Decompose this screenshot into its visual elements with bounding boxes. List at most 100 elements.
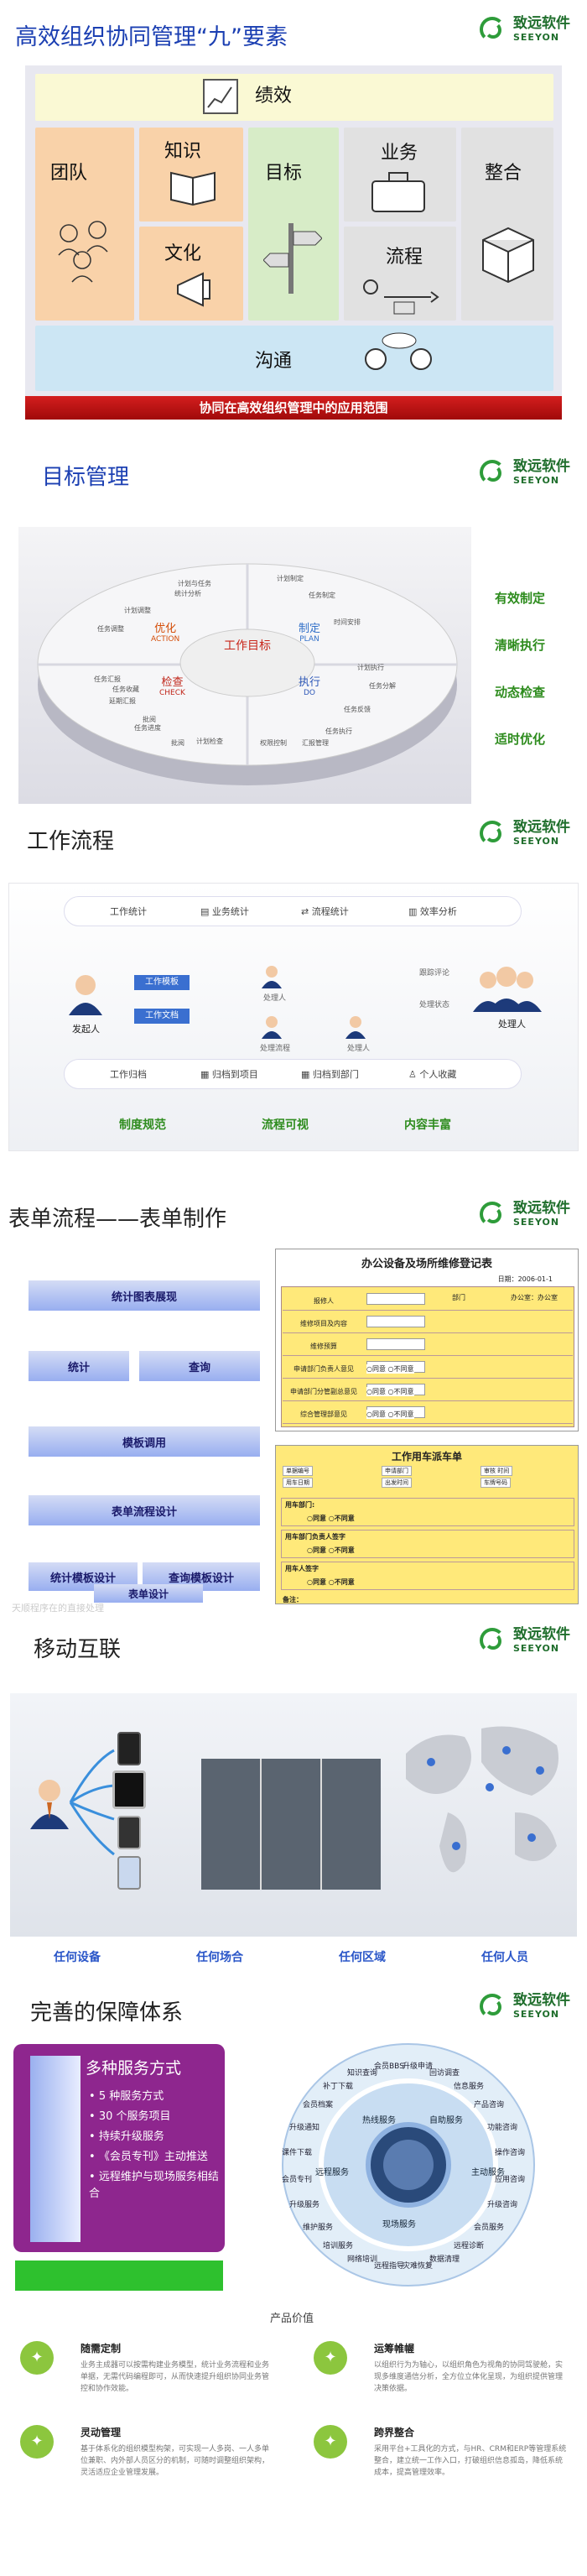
logo-cn: 致远软件 [513,1626,570,1643]
repair-form-approve: ○同意 ○不同意 [366,1387,414,1396]
car-form-field: 用车日期 [283,1478,313,1488]
seeyon-logo-icon [480,460,508,485]
car-form-row: 用车部门负责人签字 ○同意 ○不同意 [281,1530,574,1558]
repair-form-approve: ○同意 ○不同意 [366,1364,414,1374]
car-form-row-opts: ○同意 ○不同意 [307,1515,355,1522]
wheel-label: 汇报管理 [302,739,329,747]
workflow-bullet-1: 制度规范 [119,1119,166,1132]
ring-outer-item: 远程指导 [374,2262,405,2271]
process-flow-label: 处理流程 [260,1045,291,1053]
quad-optimize-en: ACTION [151,635,180,644]
quad-plan: 制定 PLAN [299,619,320,644]
logo-cn: 致远软件 [513,819,570,836]
query-pill: 查询 [139,1351,260,1381]
wheel-label: 任务调整 [97,625,124,633]
logo-en: SEEYON [513,1217,560,1228]
service-item-dot: • [89,2090,99,2103]
handler-1-avatar-icon [262,965,282,992]
ring-inner-item: 热线服务 [362,2116,396,2125]
value-desc: 基于体系化的组织模型构架，可实现一人多岗、一人多单位兼职、内外部人员区分的机制，… [81,2445,270,2477]
wheel-label: 计划检查 [196,738,223,745]
workflow-archive: 工作归档 [110,1069,147,1080]
archive-dept-button[interactable]: ▦ 归档到部门 [301,1067,408,1081]
archive-project-button[interactable]: ▦ 归档到项目 [200,1067,301,1081]
car-form-row-opts: ○同意 ○不同意 [307,1578,355,1586]
ring-outer-item: 知识查询 [347,2069,378,2078]
seeyon-logo-6: 致远软件 SEEYON [480,1994,570,2019]
workflow-bullet-3: 内容丰富 [404,1119,451,1132]
quad-execute-label: 执行 [299,676,321,689]
car-dispatch-form: 工作用车派车单 单据编号 申请部门 审核 时间 用车日期 出发时间 车牌号码 用车部门: ○同… [275,1445,579,1604]
repair-form-input[interactable] [366,1316,425,1327]
value-title: 随需定制 [81,2343,122,2354]
wheel-label: 任务分解 [369,682,396,690]
track-comment-label: 跟踪评论 [419,969,450,978]
seeyon-logo-icon [480,1994,508,2019]
car-form-row-opts: ○同意 ○不同意 [307,1546,355,1554]
value-title: 灵动管理 [81,2427,122,2438]
repair-form-date: 日期：2006-01-1 [497,1275,553,1283]
wheel-label: 权限控制 [260,739,287,747]
car-form-row-label: 用车人签字 [285,1565,319,1572]
stat-pill: 统计 [29,1351,129,1381]
repair-form-title: 办公设备及场所维修登记表 [361,1258,492,1270]
car-form-field: 申请部门 [382,1466,412,1476]
form-flow-title: 表单流程——表单制作 [8,1207,227,1232]
repair-form-row: 维修项目及内容 [283,1312,573,1333]
ring-inner-item: 主动服务 [471,2168,505,2177]
quad-plan-en: PLAN [299,635,319,644]
handler-4-label: 处理人 [498,1019,526,1030]
parcel-icon [476,220,540,287]
car-form-remark: 备注： [283,1596,303,1603]
repair-form-input[interactable] [366,1338,425,1350]
service-item-dot: • [89,2151,99,2163]
workflow-bottom-bar: 工作归档 ▦ 归档到项目 ▦ 归档到部门 ♙ 个人收藏 [64,1059,522,1089]
service-item-label: 30 个服务项目 [98,2110,171,2123]
quad-check-en: CHECK [159,689,185,697]
seeyon-logo-icon [480,1628,508,1653]
service-item: • 持续升级服务 [89,2129,225,2146]
workflow-title: 工作流程 [27,829,115,854]
value-card: ✦ 随需定制 业务主成器可以按需构建业务模型，统计业务流程和业务单据，无需代码编程即… [17,2341,285,2417]
ring-outer-item: 灾难恢复 [403,2262,434,2271]
wheel-label: 统计分析 [174,590,201,597]
repair-form-right: 部门 [452,1294,465,1301]
logo-en: SEEYON [513,32,560,43]
seeyon-logo-4: 致远软件 SEEYON [480,1202,570,1227]
wheel-label: 计划制定 [277,575,304,582]
goal-bullet-4: 适时优化 [495,732,546,747]
personal-favorite-button[interactable]: ♙ 个人收藏 [408,1067,456,1081]
ring-outer-item: 升级咨询 [487,2201,518,2209]
ring-outer-item: 功能咨询 [487,2124,518,2132]
quad-plan-label: 制定 [299,623,321,635]
team-people-icon [44,208,126,292]
smartphone2-device-icon [117,1856,141,1890]
workflow-stat-process: ⇄ 流程统计 [301,906,349,917]
form-design-pill: 表单设计 [94,1584,203,1603]
process-status-label: 处理状态 [419,1001,450,1009]
ring-outer-item: 会员BBS [374,2062,404,2071]
logo-en: SEEYON [513,475,560,486]
handler-1-label: 处理人 [263,994,287,1003]
arrows-icon [67,1737,117,1866]
work-doc-button[interactable]: 工作文档 [134,1009,190,1024]
mobile-bullet-3: 任何区域 [339,1951,386,1964]
quad-optimize-label: 优化 [154,623,177,635]
value-desc: 采用平台+工具化的方式，与HR、CRM和ERP等管理系统整合，建立统一工作入口，… [374,2445,567,2477]
seeyon-logo-icon [480,1202,508,1227]
ring-outer-item: 远程诊断 [454,2242,485,2250]
initiator-label: 发起人 [72,1024,100,1035]
seeyon-logo-3: 致远软件 SEEYON [480,821,570,846]
wheel-label: 计划与任务 [178,580,211,587]
car-form-field: 出发时间 [382,1478,412,1488]
world-map-icon [389,1703,574,1925]
box-knowledge: 知识 [139,128,243,222]
goal-bullet-1: 有效制定 [495,591,546,606]
ring-outer-item: 回访调查 [429,2069,460,2078]
chat-people-icon [351,331,443,389]
work-template-button[interactable]: 工作模板 [134,975,190,990]
service-item: • 5 种服务方式 [89,2088,225,2105]
value-desc: 业务主成器可以按需构建业务模型，统计业务流程和业务单据，无需代码编程即可，从而快… [81,2361,270,2393]
repair-form-input[interactable] [366,1293,425,1305]
section1-title: 高效组织协同管理“九”要素 [15,24,288,50]
